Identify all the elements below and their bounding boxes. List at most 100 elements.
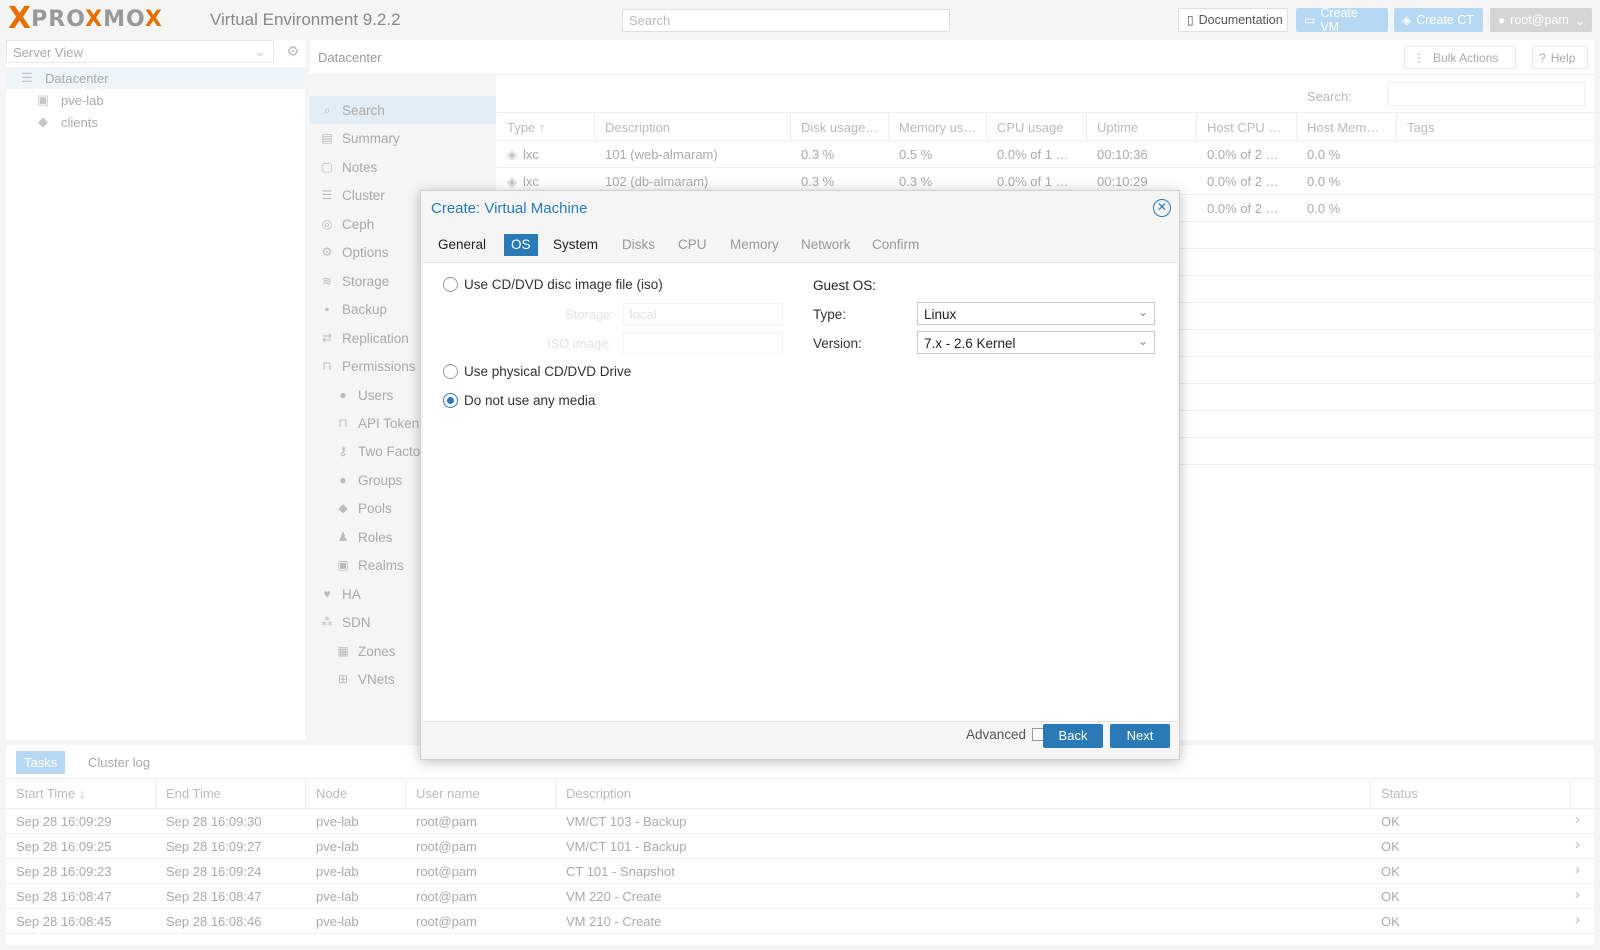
radio-circle[interactable]	[443, 277, 458, 292]
server-icon: ☰	[321, 188, 333, 202]
cell-status: OK	[1381, 914, 1400, 929]
storage-select[interactable]: local	[623, 303, 783, 325]
help-button[interactable]: ? Help	[1532, 46, 1588, 69]
create-ct-button[interactable]: ◈ Create CT	[1394, 8, 1483, 32]
retweet-icon: ⇄	[321, 331, 333, 345]
column-header[interactable]: Description	[556, 779, 1371, 808]
logo-part2: MO	[103, 6, 145, 32]
tab-tasks[interactable]: Tasks	[16, 751, 66, 774]
tree-item-label: Datacenter	[45, 70, 109, 86]
radio-circle[interactable]	[443, 364, 458, 379]
nav-item-label: Groups	[358, 472, 403, 488]
address-book-icon: ▣	[337, 558, 349, 572]
column-header[interactable]: End Time	[156, 779, 306, 808]
column-header[interactable]: CPU usage	[987, 113, 1087, 141]
column-header[interactable]: Host CPU …	[1197, 113, 1297, 141]
cube-icon: ◈	[507, 147, 517, 162]
user-label: root@pam	[1510, 13, 1569, 27]
nav-item-label: Cluster	[342, 187, 385, 203]
column-header[interactable]: Start Time ↓	[6, 779, 156, 808]
column-header[interactable]: Tags	[1397, 113, 1594, 141]
book-icon: ▤	[321, 131, 333, 145]
nav-item-label: Replication	[342, 330, 409, 346]
chevron-right-icon[interactable]: ›	[1575, 861, 1580, 878]
cell-end-time: Sep 28 16:09:24	[166, 864, 262, 879]
nav-item-summary[interactable]: ▤ Summary	[310, 124, 496, 152]
radio-iso-label: Use CD/DVD disc image file (iso)	[464, 277, 663, 292]
column-header[interactable]: User name	[406, 779, 556, 808]
chevron-right-icon[interactable]: ›	[1575, 911, 1580, 928]
tab-cpu[interactable]: CPU	[671, 234, 714, 256]
user-menu-button[interactable]: ● root@pam ⌄	[1490, 8, 1592, 32]
tree-item-datacenter[interactable]: ☰ Datacenter	[6, 67, 305, 89]
radio-iso[interactable]: Use CD/DVD disc image file (iso)	[443, 277, 663, 292]
column-header[interactable]: Disk usage…	[791, 113, 889, 141]
nav-item-search[interactable]: ⌕ Search	[310, 96, 496, 124]
view-selector[interactable]: Server View ⌄	[6, 40, 274, 63]
cell-start-time: Sep 28 16:09:23	[16, 864, 112, 879]
chevron-right-icon[interactable]: ›	[1575, 836, 1580, 853]
logo-x3: X	[144, 6, 163, 32]
next-button[interactable]: Next	[1110, 724, 1170, 748]
tab-disks[interactable]: Disks	[615, 234, 662, 256]
chevron-right-icon[interactable]: ›	[1575, 811, 1580, 828]
os-type-value: Linux	[924, 307, 957, 322]
advanced-toggle[interactable]: Advanced	[966, 727, 1046, 742]
bulk-actions-button[interactable]: ⋮ Bulk Actions	[1404, 46, 1516, 69]
tab-system[interactable]: System	[546, 234, 605, 256]
cell-start-time: Sep 28 16:09:29	[16, 814, 112, 829]
column-header[interactable]: Memory us…	[889, 113, 987, 141]
tab-cluster-log[interactable]: Cluster log	[80, 751, 158, 774]
close-icon[interactable]: ✕	[1153, 199, 1171, 217]
cell-cpu: 0.0% of 1 …	[997, 147, 1069, 162]
tab-confirm[interactable]: Confirm	[865, 234, 926, 256]
task-row[interactable]: Sep 28 16:09:25 Sep 28 16:09:27 pve-lab …	[6, 834, 1594, 859]
task-row[interactable]: Sep 28 16:09:29 Sep 28 16:09:30 pve-lab …	[6, 809, 1594, 834]
grid-icon: ▦	[337, 644, 349, 658]
task-row[interactable]: Sep 28 16:09:23 Sep 28 16:09:24 pve-lab …	[6, 859, 1594, 884]
cell-user: root@pam	[416, 864, 477, 879]
nav-item-notes[interactable]: ▢ Notes	[310, 153, 496, 181]
ceph-icon: ◎	[321, 217, 333, 231]
cell-host-cpu: 0.0% of 2 …	[1207, 174, 1279, 189]
create-vm-dialog: Create: Virtual Machine ✕ General OS Sys…	[420, 190, 1180, 760]
gear-icon[interactable]: ⚙	[282, 40, 304, 63]
cell-host-cpu: 0.0% of 2 …	[1207, 147, 1279, 162]
cell-node: pve-lab	[316, 889, 359, 904]
os-type-select[interactable]: Linux ⌄	[917, 302, 1155, 325]
cell-status: OK	[1381, 889, 1400, 904]
radio-physical-drive[interactable]: Use physical CD/DVD Drive	[443, 364, 631, 379]
column-header[interactable]: Host Mem…	[1297, 113, 1397, 141]
task-row[interactable]: Sep 28 16:08:45 Sep 28 16:08:46 pve-lab …	[6, 909, 1594, 934]
back-button[interactable]: Back	[1043, 724, 1103, 748]
grid-search-input[interactable]	[1387, 82, 1585, 106]
cell-start-time: Sep 28 16:08:47	[16, 889, 112, 904]
tree-item-pool[interactable]: ◆ clients	[6, 111, 305, 133]
os-version-select[interactable]: 7.x - 2.6 Kernel ⌄	[917, 331, 1155, 354]
column-header[interactable]: Node	[306, 779, 406, 808]
column-header[interactable]: Description	[595, 113, 791, 141]
radio-no-media[interactable]: Do not use any media	[443, 393, 595, 408]
nav-item-label: SDN	[342, 614, 371, 630]
radio-circle-checked[interactable]	[443, 393, 458, 408]
tab-general[interactable]: General	[431, 234, 493, 256]
global-search-input[interactable]: Search	[622, 9, 950, 32]
tab-network[interactable]: Network	[794, 234, 858, 256]
task-row[interactable]: Sep 28 16:08:47 Sep 28 16:08:47 pve-lab …	[6, 884, 1594, 909]
type-label: Type:	[813, 307, 847, 322]
nav-item-label: Pools	[358, 500, 392, 516]
column-header[interactable]: Type ↑	[497, 113, 595, 141]
column-header[interactable]: Uptime	[1087, 113, 1197, 141]
tab-memory[interactable]: Memory	[723, 234, 786, 256]
chevron-right-icon[interactable]: ›	[1575, 886, 1580, 903]
create-vm-button[interactable]: ▭ Create VM	[1296, 6, 1388, 34]
tree-item-node[interactable]: ▣ pve-lab	[6, 89, 305, 111]
column-header[interactable]: Status	[1371, 779, 1571, 808]
iso-image-label: ISO image:	[547, 336, 613, 351]
iso-image-select[interactable]	[623, 332, 783, 354]
grid-search-label: Search:	[1307, 89, 1352, 104]
documentation-button[interactable]: ▯ Documentation	[1178, 8, 1288, 32]
tab-os[interactable]: OS	[504, 234, 538, 256]
table-row[interactable]: ◈ lxc 101 (web-almaram) 0.3 % 0.5 % 0.0% …	[497, 141, 1594, 168]
logo-wordmark: PROXMOX	[31, 7, 163, 32]
